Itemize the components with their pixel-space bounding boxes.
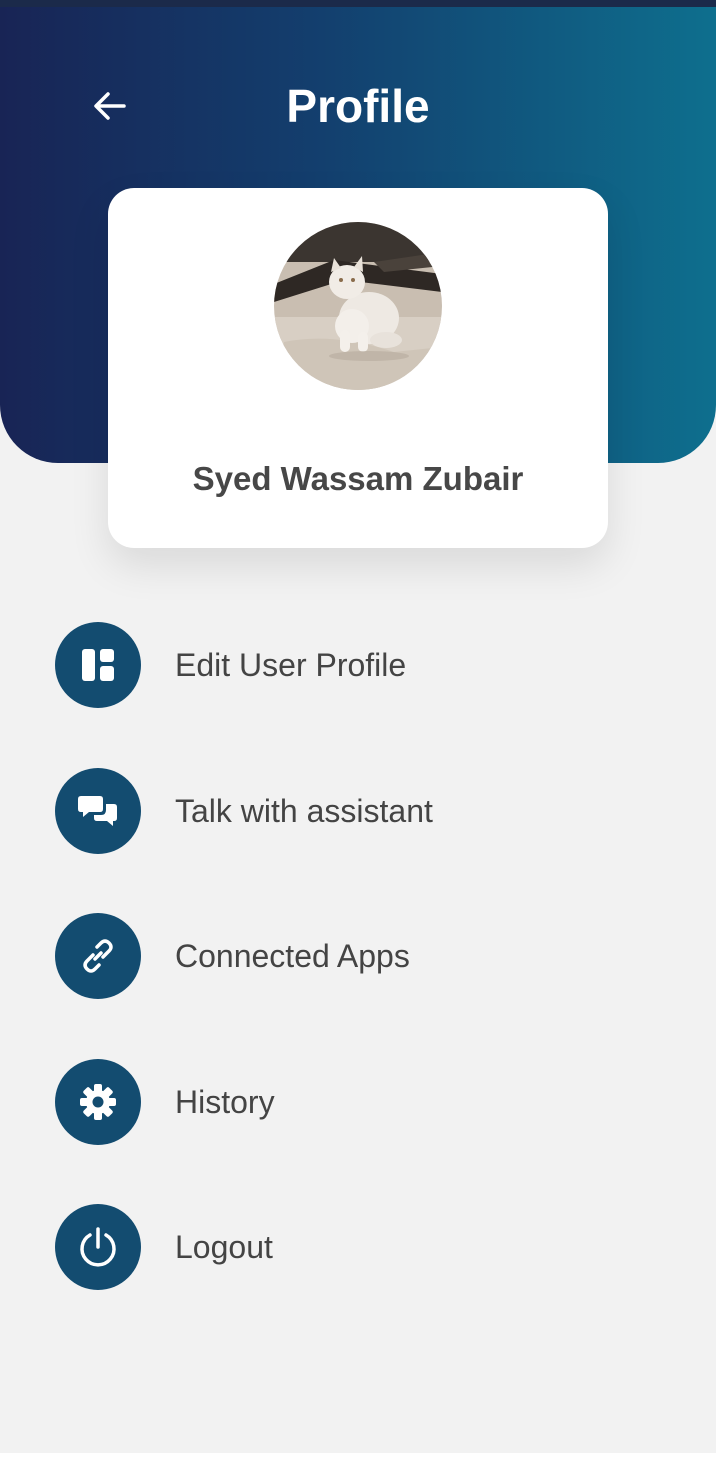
avatar[interactable] — [274, 222, 442, 390]
menu-label: Logout — [175, 1229, 273, 1265]
menu-label: Talk with assistant — [175, 793, 433, 829]
gear-icon — [55, 1059, 141, 1145]
menu-label: Edit User Profile — [175, 647, 407, 683]
menu-label: Connected Apps — [175, 938, 410, 974]
menu-item-history[interactable]: History — [55, 1059, 675, 1145]
bottom-divider — [0, 1453, 716, 1459]
power-icon — [55, 1204, 141, 1290]
page-title: Profile — [286, 80, 430, 132]
chat-bubbles-icon — [55, 768, 141, 854]
profile-card: Syed Wassam Zubair — [108, 188, 608, 548]
menu-item-edit-profile[interactable]: Edit User Profile — [55, 622, 675, 708]
menu-item-logout[interactable]: Logout — [55, 1204, 675, 1290]
status-bar-strip — [0, 0, 716, 7]
menu-label: History — [175, 1084, 275, 1120]
menu-item-connected-apps[interactable]: Connected Apps — [55, 913, 675, 999]
user-name: Syed Wassam Zubair — [192, 460, 524, 497]
link-icon — [55, 913, 141, 999]
dashboard-icon — [55, 622, 141, 708]
menu-item-talk-assistant[interactable]: Talk with assistant — [55, 768, 675, 854]
